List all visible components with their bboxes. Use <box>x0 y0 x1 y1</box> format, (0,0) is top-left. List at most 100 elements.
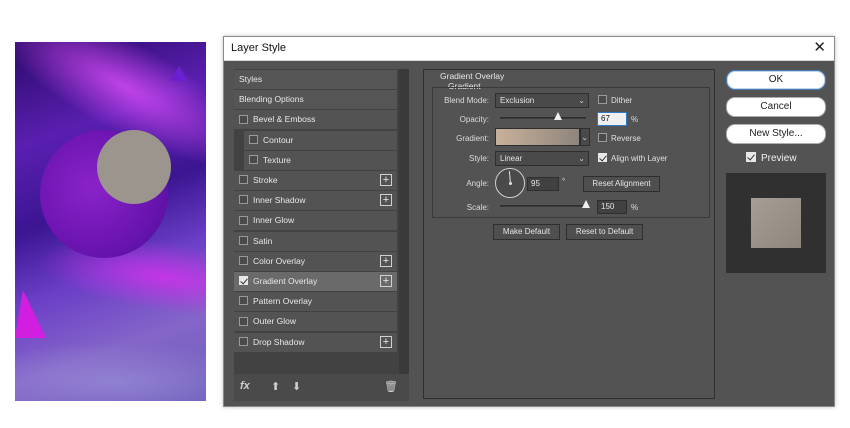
make-default-button[interactable]: Make Default <box>493 224 560 240</box>
preview-label: Preview <box>761 153 797 164</box>
group-title: Gradient Overlay <box>440 71 505 81</box>
style-checkbox[interactable] <box>239 235 248 245</box>
style-checkbox[interactable] <box>239 336 248 346</box>
ok-button[interactable]: OK <box>726 70 826 90</box>
angle-unit: ° <box>562 177 566 186</box>
gradient-group-box: Blend Mode: Exclusion ⌄ Dither Opacity: … <box>432 87 710 218</box>
add-style-instance-icon[interactable]: + <box>380 254 392 267</box>
style-checkbox[interactable] <box>239 175 248 185</box>
style-item-styles[interactable]: Styles <box>234 70 397 89</box>
styles-list: Styles Blending Options Bevel & Emboss Cont… <box>234 69 409 401</box>
style-value: Linear <box>500 154 523 163</box>
style-checkbox[interactable] <box>239 316 248 326</box>
gradient-overlay-panel: Gradient Overlay Gradient Blend Mode: Ex… <box>423 69 715 399</box>
arrow-down-icon[interactable]: ⬇ <box>292 380 301 393</box>
style-checkbox[interactable] <box>239 195 248 205</box>
add-style-instance-icon[interactable]: + <box>380 174 392 186</box>
angle-label: Angle: <box>466 179 489 188</box>
scale-slider-thumb[interactable] <box>582 200 590 208</box>
styles-footer: fx ⬆ ⬇ 🗑 <box>234 374 409 401</box>
style-checkbox[interactable] <box>239 114 248 124</box>
preview-checkbox[interactable]: Preview <box>746 152 797 164</box>
styles-scrollbar[interactable] <box>399 69 409 374</box>
style-item-label: Styles <box>239 74 263 84</box>
style-item-texture[interactable]: Texture <box>244 150 397 170</box>
dialog-titlebar: Layer Style ✕ <box>224 37 834 61</box>
arrow-up-icon[interactable]: ⬆ <box>271 380 280 393</box>
reverse-checkbox[interactable]: Reverse <box>598 133 641 143</box>
artwork-large-triangle <box>15 290 46 338</box>
chevron-down-icon: ⌄ <box>578 154 585 163</box>
scale-label: Scale: <box>466 203 489 212</box>
scale-slider-track[interactable] <box>500 205 586 207</box>
style-item-label: Blending Options <box>239 94 304 105</box>
style-item-color-overlay[interactable]: Color Overlay + <box>234 251 397 271</box>
reset-to-default-button[interactable]: Reset to Default <box>566 224 643 240</box>
opacity-slider-thumb[interactable] <box>553 112 562 120</box>
preview-swatch <box>751 198 801 248</box>
style-item-bevel-emboss[interactable]: Bevel & Emboss <box>234 110 397 130</box>
style-item-contour[interactable]: Contour <box>244 130 397 150</box>
style-item-pattern-overlay[interactable]: Pattern Overlay <box>234 292 397 312</box>
style-checkbox[interactable] <box>239 296 248 306</box>
artwork-small-triangle <box>170 66 188 81</box>
style-item-label: Contour <box>263 134 294 145</box>
add-style-instance-icon[interactable]: + <box>380 335 392 348</box>
style-checkbox[interactable] <box>239 276 248 286</box>
add-style-instance-icon[interactable]: + <box>380 194 392 207</box>
new-style-button[interactable]: New Style... <box>726 124 826 144</box>
style-item-gradient-overlay[interactable]: Gradient Overlay + <box>234 272 397 291</box>
opacity-label: Opacity: <box>459 115 489 124</box>
trash-icon[interactable]: 🗑 <box>384 380 398 393</box>
style-item-satin[interactable]: Satin <box>234 231 397 251</box>
dither-label: Dither <box>611 96 633 105</box>
dialog-title: Layer Style <box>231 42 287 54</box>
style-item-label: Pattern Overlay <box>253 296 313 307</box>
align-with-layer-checkbox[interactable]: Align with Layer <box>598 153 668 163</box>
style-checkbox[interactable] <box>239 215 248 225</box>
style-checkbox[interactable] <box>249 134 258 144</box>
gradient-label: Gradient: <box>456 134 489 143</box>
align-with-layer-label: Align with Layer <box>611 154 668 163</box>
close-icon[interactable]: ✕ <box>813 39 826 57</box>
style-item-label: Satin <box>253 235 273 246</box>
angle-dial-center <box>509 182 512 185</box>
gradient-swatch[interactable] <box>495 128 580 146</box>
opacity-input[interactable]: 67 <box>597 112 627 126</box>
style-item-label: Stroke <box>253 175 278 185</box>
style-item-label: Inner Shadow <box>253 195 306 206</box>
chevron-down-icon: ⌄ <box>578 96 585 105</box>
blend-mode-value: Exclusion <box>500 96 535 105</box>
style-checkbox[interactable] <box>239 256 248 266</box>
angle-dial[interactable] <box>495 168 525 198</box>
artwork-canvas <box>15 42 206 401</box>
reset-alignment-button[interactable]: Reset Alignment <box>583 176 660 192</box>
style-item-stroke[interactable]: Stroke + <box>234 171 397 190</box>
layer-style-dialog: Layer Style ✕ Styles Blending Options Beve… <box>223 36 835 407</box>
reverse-label: Reverse <box>611 134 641 143</box>
style-item-inner-shadow[interactable]: Inner Shadow + <box>234 191 397 211</box>
artwork-triangles <box>15 66 188 338</box>
opacity-slider-track[interactable] <box>500 117 586 119</box>
preview-thumbnail <box>726 173 826 273</box>
blend-mode-select[interactable]: Exclusion ⌄ <box>495 93 589 108</box>
style-item-drop-shadow[interactable]: Drop Shadow + <box>234 332 397 352</box>
style-checkbox[interactable] <box>249 155 258 165</box>
style-item-label: Drop Shadow <box>253 336 305 347</box>
scale-unit: % <box>631 203 639 212</box>
style-select[interactable]: Linear ⌄ <box>495 151 589 166</box>
style-item-inner-glow[interactable]: Inner Glow <box>234 211 397 231</box>
style-item-outer-glow[interactable]: Outer Glow <box>234 312 397 332</box>
scale-input[interactable]: 150 <box>597 200 627 214</box>
angle-input[interactable]: 95 <box>527 177 559 191</box>
style-item-blending-options[interactable]: Blending Options <box>234 90 397 110</box>
cancel-button[interactable]: Cancel <box>726 97 826 117</box>
blend-mode-label: Blend Mode: <box>444 96 489 105</box>
dither-checkbox[interactable]: Dither <box>598 95 633 105</box>
style-item-label: Outer Glow <box>253 316 296 327</box>
style-item-label: Gradient Overlay <box>253 276 318 286</box>
fx-icon[interactable]: fx <box>240 380 250 392</box>
style-item-label: Bevel & Emboss <box>253 114 316 125</box>
gradient-picker-button[interactable]: ⌄ <box>580 128 590 146</box>
add-style-instance-icon[interactable]: + <box>380 275 392 287</box>
